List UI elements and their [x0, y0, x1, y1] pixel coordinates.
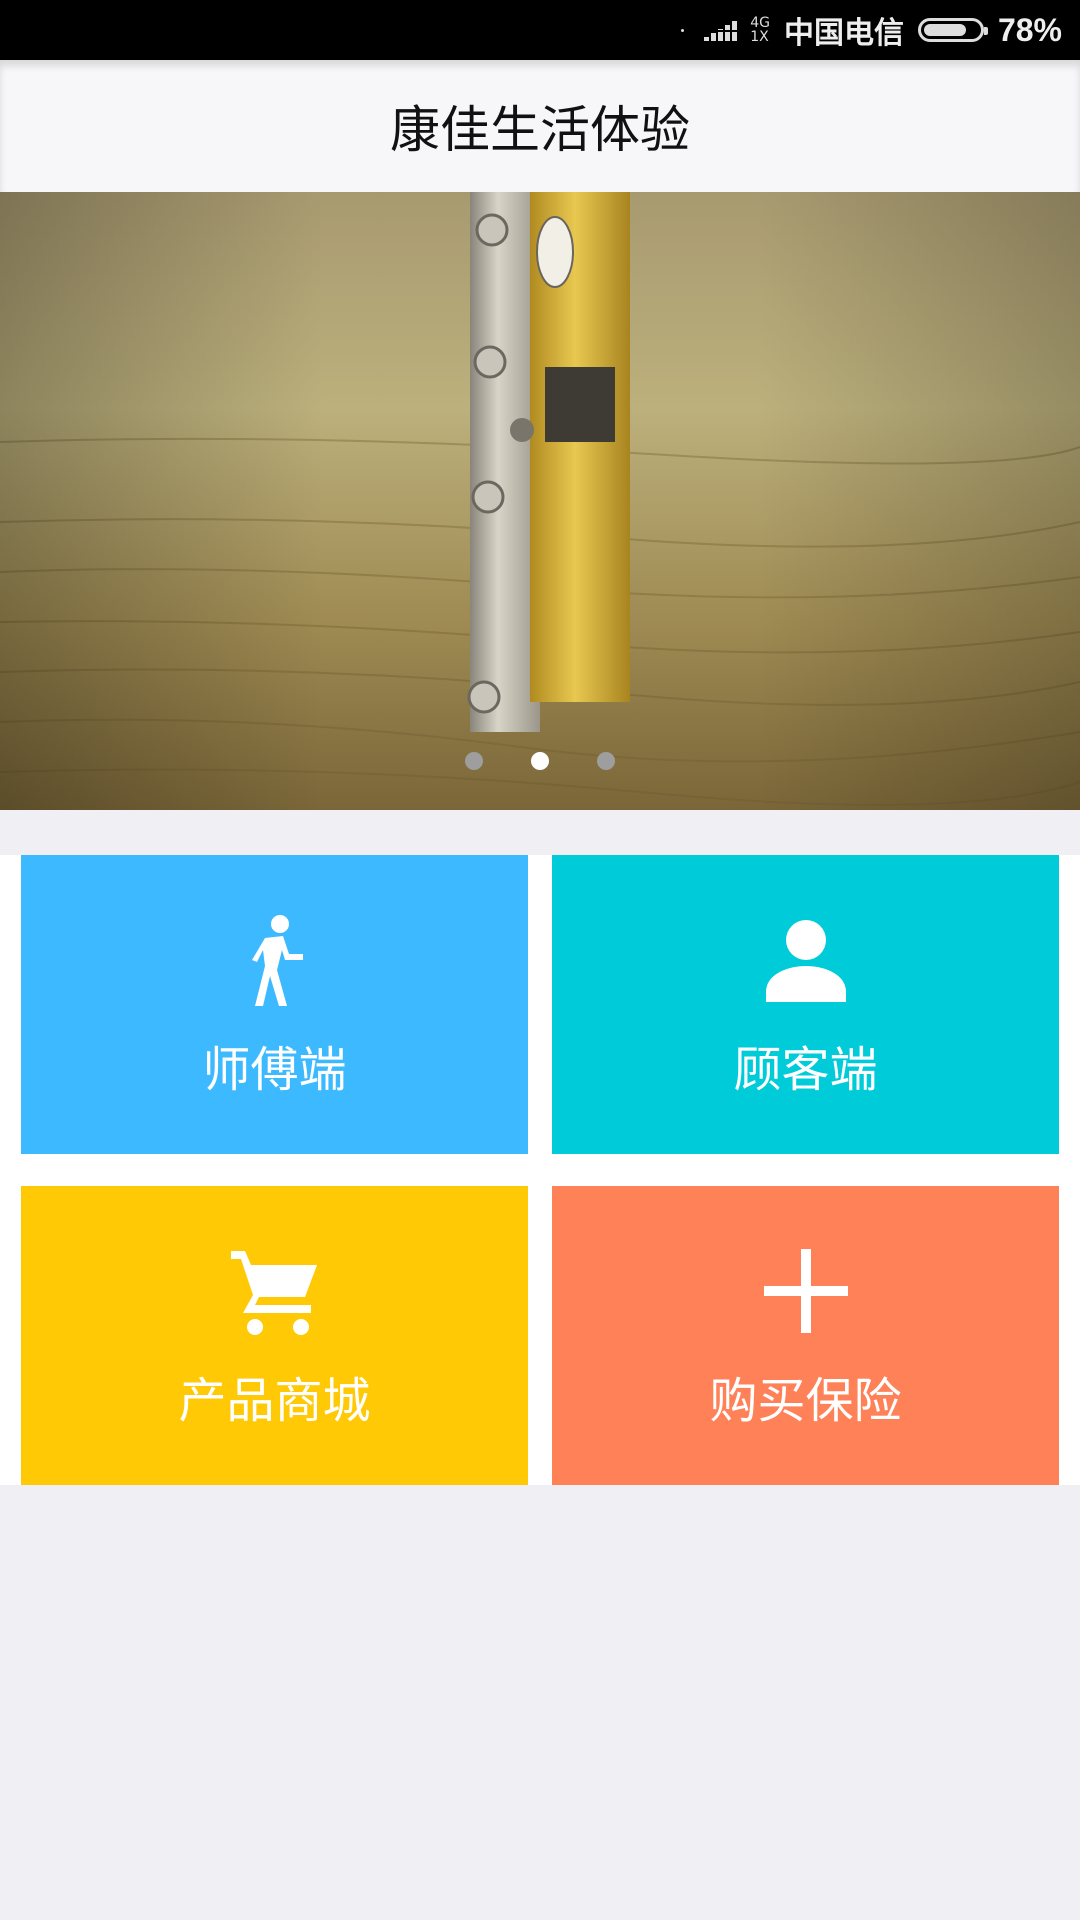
page-title: 康佳生活体验 [390, 101, 690, 159]
tile-label: 顾客端 [733, 1041, 878, 1098]
notification-dot [681, 28, 685, 32]
plus-icon [763, 1248, 848, 1333]
carousel-dot[interactable] [531, 752, 549, 770]
status-indicators: 4G 1X 中国电信 78% [681, 0, 1062, 60]
master-portal-tile[interactable]: 师傅端 [21, 855, 528, 1154]
signal-strength-icon [704, 21, 738, 41]
customer-portal-tile[interactable]: 顾客端 [552, 855, 1059, 1154]
tile-label: 购买保险 [709, 1372, 902, 1429]
tile-label: 师傅端 [202, 1041, 347, 1098]
walking-person-icon [251, 914, 303, 1006]
app-header: 康佳生活体验 [0, 60, 1080, 192]
person-icon [765, 919, 846, 1002]
battery-percent: 78% [997, 11, 1062, 48]
carousel-dot[interactable] [465, 752, 483, 770]
signal-indicator: 4G 1X [681, 16, 770, 44]
battery-level [923, 24, 966, 36]
banner-carousel[interactable] [0, 192, 1080, 810]
menu-grid: 师傅端 顾客端 产品商城 购买保险 [0, 855, 1080, 1485]
shopping-cart-icon [230, 1250, 317, 1335]
network-type-bottom: 1X [750, 29, 769, 45]
network-type-top: 4G [750, 15, 770, 31]
buy-insurance-tile[interactable]: 购买保险 [552, 1186, 1059, 1485]
carousel-indicator[interactable] [0, 752, 1080, 770]
status-bar: 4G 1X 中国电信 78% [0, 0, 1080, 60]
carousel-dot[interactable] [597, 752, 615, 770]
battery-icon [917, 18, 988, 42]
banner-image [0, 192, 1080, 810]
carrier-name: 中国电信 [783, 16, 904, 51]
product-mall-tile[interactable]: 产品商城 [21, 1186, 528, 1485]
network-type: 4G 1X [750, 16, 770, 44]
tile-label: 产品商城 [178, 1372, 371, 1429]
